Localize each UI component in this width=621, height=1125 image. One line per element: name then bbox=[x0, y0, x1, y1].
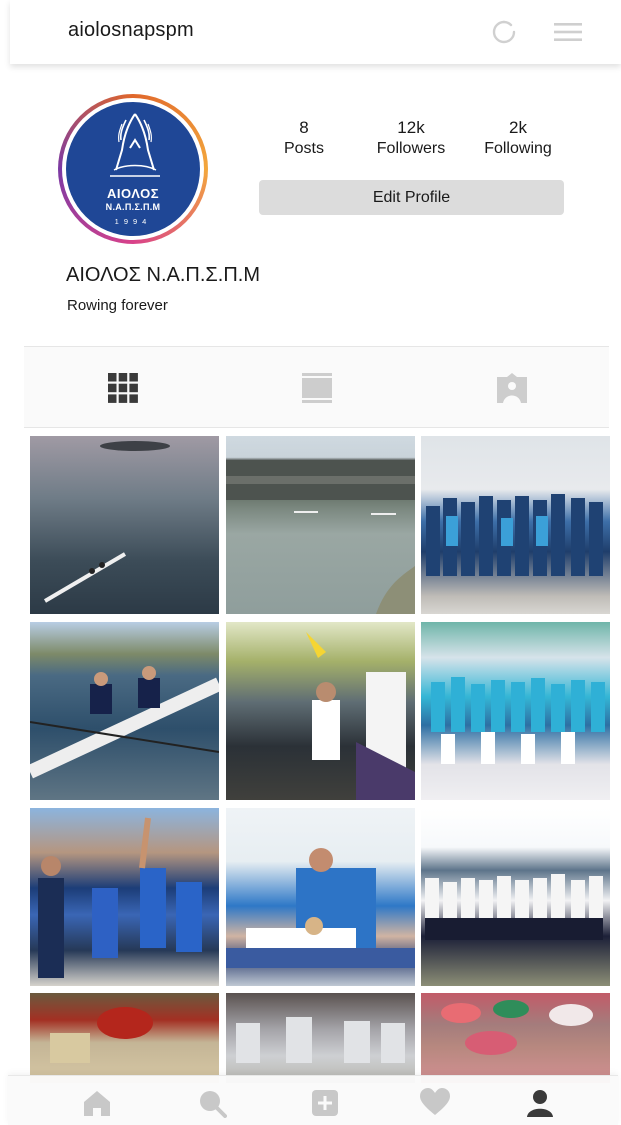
photo-girls-team[interactable] bbox=[421, 808, 610, 986]
header-username: aiolosnapspm bbox=[68, 19, 194, 41]
followers-stat[interactable]: 12k Followers bbox=[371, 118, 451, 160]
feed-icon[interactable] bbox=[302, 373, 332, 403]
top-bar: aiolosnapspm bbox=[10, 0, 621, 64]
bottom-nav bbox=[8, 1075, 618, 1125]
home-icon[interactable] bbox=[82, 1088, 112, 1118]
search-icon[interactable] bbox=[197, 1088, 227, 1118]
followers-count: 12k bbox=[397, 118, 425, 137]
followers-label: Followers bbox=[376, 140, 446, 157]
profile-avatar[interactable]: ΑΙΟΛΟΣ Ν.Α.Π.Σ.Π.Μ 1994 bbox=[58, 94, 208, 244]
oars-emblem-icon bbox=[110, 113, 160, 177]
photo-regatta-stadium[interactable] bbox=[226, 436, 415, 614]
refresh-icon[interactable] bbox=[491, 19, 517, 45]
grid-icon[interactable] bbox=[108, 373, 138, 403]
logo-subtitle: Ν.Α.Π.Σ.Π.Μ bbox=[105, 202, 161, 212]
photo-double-scull[interactable] bbox=[30, 622, 219, 800]
edit-profile-button[interactable]: Edit Profile bbox=[259, 180, 564, 215]
posts-count: 8 bbox=[299, 118, 309, 137]
profile-screen: aiolosnapspm ΑΙΟΛΟΣ Ν.Α.Π.Σ.Π.Μ 1994 8 P… bbox=[0, 0, 621, 1125]
photo-team-airport[interactable] bbox=[421, 436, 610, 614]
posts-label: Posts bbox=[283, 140, 324, 157]
photo-crafts[interactable] bbox=[421, 993, 610, 1083]
logo-title: ΑΙΟΛΟΣ bbox=[107, 186, 159, 201]
photo-girls-boat[interactable] bbox=[226, 622, 415, 800]
posts-stat[interactable]: 8 Posts bbox=[274, 118, 334, 160]
photo-rowers-lake[interactable] bbox=[30, 436, 219, 614]
add-icon[interactable] bbox=[310, 1088, 340, 1118]
heart-icon[interactable] bbox=[420, 1088, 450, 1118]
profile-bio: Rowing forever bbox=[67, 297, 168, 314]
tagged-icon[interactable] bbox=[497, 373, 527, 403]
photo-jars[interactable] bbox=[226, 993, 415, 1083]
profile-tabs bbox=[24, 346, 609, 428]
logo-year: 1994 bbox=[114, 217, 152, 226]
photo-team-crowd[interactable] bbox=[421, 622, 610, 800]
menu-icon[interactable] bbox=[554, 22, 582, 42]
following-count: 2k bbox=[509, 118, 527, 137]
following-stat[interactable]: 2k Following bbox=[478, 118, 558, 160]
photo-massage[interactable] bbox=[226, 808, 415, 986]
photo-medalists[interactable] bbox=[30, 808, 219, 986]
profile-display-name: ΑΙΟΛΟΣ Ν.Α.Π.Σ.Π.Μ bbox=[66, 264, 260, 286]
following-label: Following bbox=[484, 140, 552, 157]
profile-icon[interactable] bbox=[525, 1088, 555, 1118]
photo-christmas-table[interactable] bbox=[30, 993, 219, 1083]
club-logo: ΑΙΟΛΟΣ Ν.Α.Π.Σ.Π.Μ 1994 bbox=[66, 102, 200, 236]
